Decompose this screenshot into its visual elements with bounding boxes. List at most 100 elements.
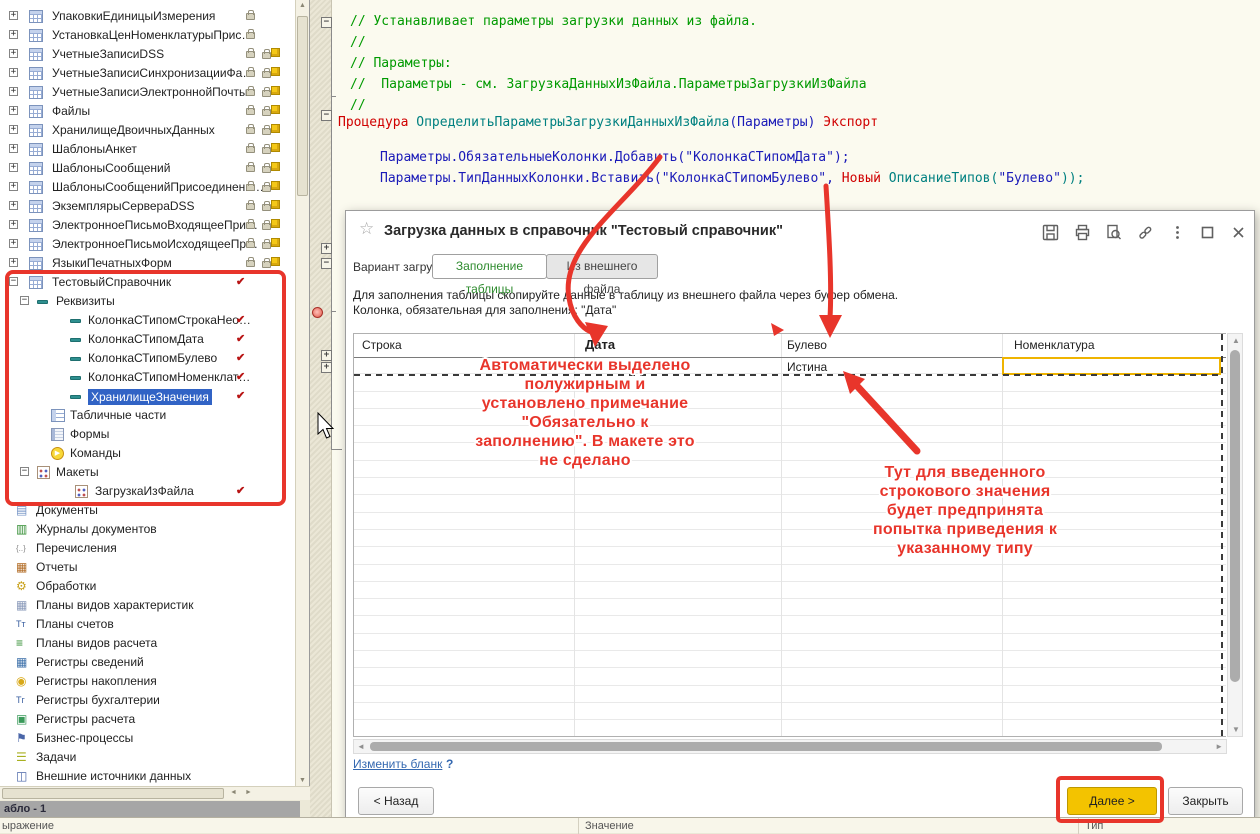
tree-item[interactable]: ▦Отчеты (0, 558, 310, 577)
table-row[interactable] (354, 703, 1226, 720)
table-row[interactable] (354, 599, 1226, 616)
tab-from-external-file[interactable]: Из внешнего файла (546, 254, 658, 279)
table-row[interactable] (354, 409, 1226, 426)
scrollbar-thumb[interactable] (370, 742, 1162, 751)
scroll-down-icon[interactable]: ▼ (296, 777, 309, 784)
help-icon[interactable]: ? (446, 757, 453, 771)
data-table[interactable]: Строка Дата Булево Номенклатура Истина (353, 333, 1226, 737)
scroll-up-icon[interactable]: ▲ (1232, 336, 1240, 345)
scroll-left-icon[interactable]: ◄ (230, 789, 237, 796)
table-row[interactable] (354, 720, 1226, 737)
close-button[interactable]: Закрыть (1168, 787, 1243, 815)
tree-item[interactable]: +ЭлектронноеПисьмоВходящееПри… (0, 216, 310, 235)
tree-vertical-scrollbar[interactable]: ▲ ▼ (295, 0, 309, 786)
scroll-up-icon[interactable]: ▲ (296, 2, 309, 9)
tree-item[interactable]: ▥Журналы документов (0, 520, 310, 539)
preview-icon[interactable] (1105, 224, 1123, 242)
tree-expander-icon[interactable]: + (9, 87, 18, 96)
tree-expander-icon[interactable]: + (9, 239, 18, 248)
column-header[interactable]: Булево (787, 338, 827, 352)
tree-item[interactable]: +УпаковкиЕдиницыИзмерения (0, 7, 310, 26)
tree-item[interactable]: ▦Планы видов характеристик (0, 596, 310, 615)
tree-expander-icon[interactable]: + (9, 220, 18, 229)
tree-item[interactable]: ◉Регистры накопления (0, 672, 310, 691)
scroll-left-icon[interactable]: ◄ (357, 742, 365, 751)
scrollbar-thumb[interactable] (2, 788, 224, 799)
tablo-panel-title: абло - 1 (0, 801, 300, 817)
tree-item[interactable]: +УчетныеЗаписиСинхронизацииФа… (0, 64, 310, 83)
table-row[interactable] (354, 461, 1226, 478)
table-row[interactable] (354, 582, 1226, 599)
table-row[interactable] (354, 617, 1226, 634)
tree-item[interactable]: ≡Планы видов расчета (0, 634, 310, 653)
tree-item[interactable]: {..}Перечисления (0, 539, 310, 558)
table-row[interactable] (354, 686, 1226, 703)
tree-expander-icon[interactable]: + (9, 258, 18, 267)
tree-horizontal-scrollbar[interactable]: ◄ ► (0, 786, 310, 800)
tree-item[interactable]: ⚙Обработки (0, 577, 310, 596)
scrollbar-thumb[interactable] (1230, 350, 1240, 682)
maximize-icon[interactable] (1199, 224, 1217, 242)
favorite-star-icon[interactable]: ☆ (359, 219, 374, 239)
tab-fill-table[interactable]: Заполнение таблицы (432, 254, 547, 279)
tree-item[interactable]: ☰Задачи (0, 748, 310, 767)
selected-cell[interactable] (1002, 357, 1221, 375)
table-vertical-scrollbar[interactable]: ▲ ▼ (1227, 333, 1243, 737)
tree-item[interactable]: +ЭкземплярыСервераDSS (0, 197, 310, 216)
tree-item[interactable]: +УчетныеЗаписиDSS (0, 45, 310, 64)
tree-expander-icon[interactable]: + (9, 11, 18, 20)
tree-item[interactable]: ⚑Бизнес-процессы (0, 729, 310, 748)
tree-expander-icon[interactable]: + (9, 144, 18, 153)
tree-expander-icon[interactable]: + (9, 30, 18, 39)
tree-item[interactable]: +Файлы (0, 102, 310, 121)
column-header[interactable]: Строка (362, 338, 402, 352)
save-icon[interactable] (1042, 224, 1060, 242)
table-row[interactable] (354, 668, 1226, 685)
tree-item[interactable]: +ШаблоныАнкет (0, 140, 310, 159)
tree-item[interactable]: +ШаблоныСообщенийПрисоединенн… (0, 178, 310, 197)
column-header[interactable]: Номенклатура (1014, 338, 1095, 352)
table-row[interactable] (354, 530, 1226, 547)
cell-value[interactable]: Истина (787, 360, 827, 374)
scroll-right-icon[interactable]: ► (245, 789, 252, 796)
tree-expander-icon[interactable]: + (9, 125, 18, 134)
column-header[interactable]: Дата (585, 337, 615, 352)
tree-expander-icon[interactable]: + (9, 163, 18, 172)
scrollbar-thumb[interactable] (297, 16, 308, 196)
scroll-down-icon[interactable]: ▼ (1232, 725, 1240, 734)
table-row[interactable] (354, 374, 1226, 391)
table-row[interactable] (354, 392, 1226, 409)
tree-item[interactable]: ◫Внешние источники данных (0, 767, 310, 786)
table-row[interactable] (354, 565, 1226, 582)
tree-item[interactable]: +ХранилищеДвоичныхДанных (0, 121, 310, 140)
tree-item[interactable]: ▦Регистры сведений (0, 653, 310, 672)
table-row[interactable] (354, 547, 1226, 564)
back-button[interactable]: < Назад (358, 787, 434, 815)
table-row[interactable] (354, 478, 1226, 495)
table-horizontal-scrollbar[interactable]: ◄ ► (353, 739, 1227, 754)
tree-expander-icon[interactable]: + (9, 49, 18, 58)
table-row[interactable] (354, 513, 1226, 530)
tree-item[interactable]: +УчетныеЗаписиЭлектроннойПочты (0, 83, 310, 102)
tree-item[interactable]: ТтПланы счетов (0, 615, 310, 634)
tree-item[interactable]: ТгРегистры бухгалтерии (0, 691, 310, 710)
table-row[interactable] (354, 634, 1226, 651)
print-icon[interactable] (1074, 224, 1092, 242)
table-row[interactable] (354, 495, 1226, 512)
scroll-right-icon[interactable]: ► (1215, 742, 1223, 751)
table-row[interactable] (354, 444, 1226, 461)
link-icon[interactable] (1137, 224, 1155, 242)
tree-expander-icon[interactable]: + (9, 68, 18, 77)
tree-item[interactable]: +ЭлектронноеПисьмоИсходящееПр… (0, 235, 310, 254)
table-row[interactable] (354, 651, 1226, 668)
close-icon[interactable] (1230, 224, 1248, 242)
more-icon[interactable] (1169, 224, 1187, 242)
tree-expander-icon[interactable]: + (9, 201, 18, 210)
tree-item[interactable]: ▣Регистры расчета (0, 710, 310, 729)
table-row[interactable] (354, 426, 1226, 443)
tree-item[interactable]: +ШаблоныСообщений (0, 159, 310, 178)
tree-item[interactable]: +УстановкаЦенНоменклатурыПрис… (0, 26, 310, 45)
tree-expander-icon[interactable]: + (9, 106, 18, 115)
tree-expander-icon[interactable]: + (9, 182, 18, 191)
edit-form-link[interactable]: Изменить бланк (353, 757, 442, 771)
